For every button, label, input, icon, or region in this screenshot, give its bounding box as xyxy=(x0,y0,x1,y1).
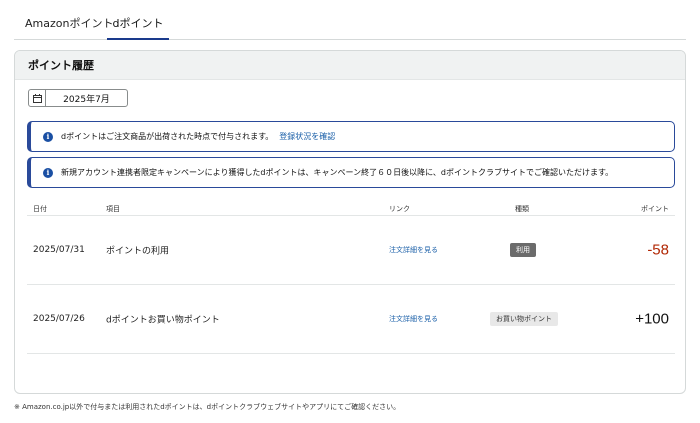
points-history-table: 日付 項目 リンク 種類 ポイント 2025/07/31 ポイントの利用 注文詳… xyxy=(27,197,675,354)
row-item: ポイントの利用 xyxy=(106,246,170,257)
calendar-icon[interactable] xyxy=(29,90,46,106)
alert-text: 新規アカウント連携者限定キャンペーンにより獲得したdポイントは、キャンペーン終了… xyxy=(61,168,614,177)
order-details-link[interactable]: 注文詳細を見る xyxy=(389,245,438,255)
row-points: -58 xyxy=(647,241,669,259)
header-points: ポイント xyxy=(641,205,669,213)
card-header: ポイント履歴 xyxy=(15,51,685,80)
alert-text: dポイントはご注文商品が出荷された時点で付与されます。 xyxy=(61,132,274,141)
month-value[interactable]: 2025年7月 xyxy=(46,92,127,105)
header-link: リンク xyxy=(389,205,410,213)
table-row: 2025/07/31 ポイントの利用 注文詳細を見る 利用 -58 xyxy=(27,216,675,285)
info-icon: i xyxy=(43,131,53,142)
info-alert-campaign: i 新規アカウント連携者限定キャンペーンにより獲得したdポイントは、キャンペーン… xyxy=(27,157,675,188)
row-date: 2025/07/31 xyxy=(33,245,85,255)
points-history-card: ポイント履歴 2025年7月 i dポイントはご注文商品が出荷された時点で付与さ… xyxy=(14,50,686,394)
info-alert-shipping: i dポイントはご注文商品が出荷された時点で付与されます。 登録状況を確認 xyxy=(27,121,675,152)
type-badge: 利用 xyxy=(510,243,536,257)
table-header: 日付 項目 リンク 種類 ポイント xyxy=(27,197,675,216)
row-item: dポイントお買い物ポイント xyxy=(106,315,220,326)
row-date: 2025/07/26 xyxy=(33,314,85,324)
card-title: ポイント履歴 xyxy=(28,59,94,72)
table-row: 2025/07/26 dポイントお買い物ポイント 注文詳細を見る お買い物ポイン… xyxy=(27,285,675,354)
check-registration-link[interactable]: 登録状況を確認 xyxy=(279,131,335,142)
tab-amazon-points[interactable]: Amazonポイント xyxy=(25,15,113,39)
order-details-link[interactable]: 注文詳細を見る xyxy=(389,314,438,324)
header-date: 日付 xyxy=(33,205,47,213)
header-item: 項目 xyxy=(106,205,120,213)
info-icon: i xyxy=(43,167,53,178)
type-badge: お買い物ポイント xyxy=(490,312,558,326)
header-type: 種類 xyxy=(515,205,529,213)
month-picker[interactable]: 2025年7月 xyxy=(28,89,128,107)
row-points: +100 xyxy=(635,310,669,328)
footnote: ※ Amazon.co.jp以外で付与または利用されたdポイントは、dポイントク… xyxy=(14,403,401,411)
points-tabs: Amazonポイント dポイント xyxy=(14,0,686,40)
tab-d-points[interactable]: dポイント xyxy=(107,15,169,40)
